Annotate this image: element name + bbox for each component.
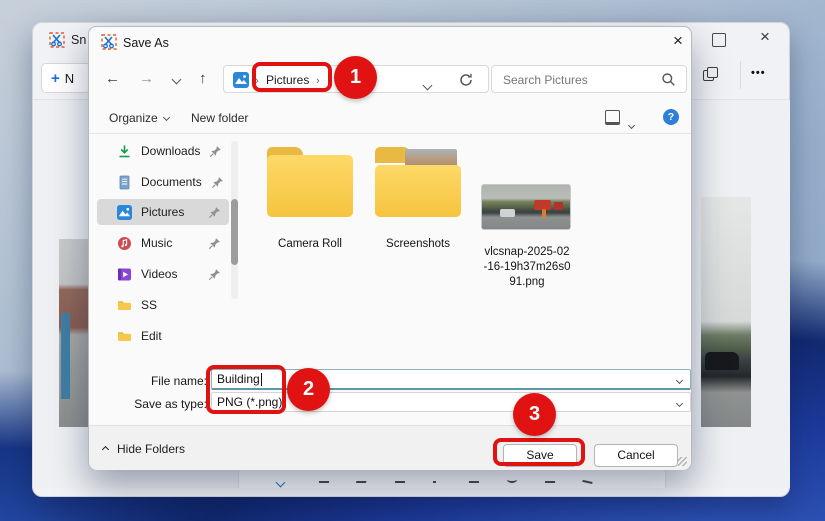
file-item-label[interactable]: Camera Roll	[258, 238, 362, 250]
chevron-down-icon[interactable]	[677, 395, 682, 409]
sidebar-item-label: Music	[141, 236, 172, 250]
annotation-box-save	[493, 438, 585, 466]
resize-grip[interactable]	[678, 457, 687, 466]
cancel-button[interactable]: Cancel	[594, 444, 678, 467]
command-bar: Organize New folder ?	[89, 107, 691, 133]
organize-button[interactable]: Organize	[109, 111, 169, 125]
chevron-up-icon	[102, 445, 109, 452]
annotation-step-2: 2	[287, 368, 330, 411]
folder-icon	[117, 298, 132, 313]
snipping-tool-icon	[49, 32, 65, 48]
sidebar-item-edit[interactable]: Edit	[97, 323, 229, 349]
sidebar-item-pictures[interactable]: Pictures	[97, 199, 229, 225]
close-icon[interactable]: ×	[755, 27, 775, 47]
hide-folders-button[interactable]: Hide Folders	[103, 442, 185, 456]
sidebar-item-label: Pictures	[141, 205, 184, 219]
forward-icon[interactable]: →	[139, 70, 154, 87]
more-options-icon[interactable]: •••	[751, 67, 766, 79]
file-item-label-line[interactable]: -16-19h37m26s0	[475, 261, 579, 273]
sidebar-item-ss[interactable]: SS	[97, 292, 229, 318]
shapes-icon[interactable]	[507, 476, 517, 483]
new-snip-button[interactable]: + N	[41, 63, 91, 93]
search-icon	[661, 72, 676, 87]
dialog-title: Save As	[123, 36, 169, 50]
file-item-label[interactable]: Screenshots	[366, 238, 470, 250]
close-icon[interactable]: ×	[667, 31, 689, 51]
undo-icon[interactable]	[582, 475, 593, 484]
sidebar-item-music[interactable]: Music	[97, 230, 229, 256]
save-as-type-label: Save as type:	[119, 397, 207, 411]
annotation-box-filename	[206, 365, 286, 414]
file-item-label-line[interactable]: vlcsnap-2025-02	[475, 246, 579, 258]
sidebar-item-downloads[interactable]: Downloads	[97, 138, 229, 164]
folder-icon-camera-roll[interactable]	[267, 155, 353, 217]
downloads-icon	[117, 144, 132, 159]
sidebar-item-documents[interactable]: Documents	[97, 169, 229, 195]
documents-icon	[117, 175, 132, 190]
sidebar-item-label: SS	[141, 298, 157, 312]
pin-icon	[208, 237, 221, 250]
toolbar-divider	[740, 61, 741, 89]
pin-icon	[211, 176, 224, 189]
sidebar-scrollbar-thumb[interactable]	[231, 199, 238, 265]
recent-locations-chevron-icon[interactable]	[172, 75, 182, 85]
crop-icon[interactable]	[545, 476, 555, 483]
pin-icon	[208, 206, 221, 219]
pen-icon[interactable]	[319, 476, 329, 483]
help-icon[interactable]: ?	[663, 109, 679, 125]
image-thumbnail-vlcsnap[interactable]	[481, 184, 571, 230]
sidebar-item-videos[interactable]: Videos	[97, 261, 229, 287]
copy-icon[interactable]	[703, 67, 719, 83]
folder-icon	[117, 329, 132, 344]
desktop-wallpaper: Sn × + N •••	[0, 0, 825, 521]
captured-photo-right-sliver	[701, 197, 751, 427]
snipping-tool-title: Sn	[71, 33, 86, 47]
folder-icon-screenshots[interactable]	[375, 155, 461, 217]
chevron-down-icon[interactable]	[677, 372, 682, 386]
command-bar-separator	[89, 133, 691, 134]
chevron-down-icon	[163, 114, 170, 121]
pen-dropdown-chevron-icon[interactable]	[276, 478, 286, 488]
address-dropdown-chevron-icon[interactable]	[424, 76, 431, 94]
eraser-icon[interactable]	[395, 476, 405, 483]
touch-writing-icon[interactable]	[433, 476, 436, 483]
view-mode-chevron-icon[interactable]	[629, 115, 634, 133]
videos-icon	[117, 267, 132, 282]
pictures-icon	[117, 205, 132, 220]
plus-icon: +	[51, 70, 60, 87]
sidebar-item-label: Videos	[141, 267, 177, 281]
annotation-step-1: 1	[334, 56, 377, 99]
annotation-step-3: 3	[513, 393, 556, 436]
up-icon[interactable]: ↑	[199, 70, 207, 87]
file-item-label-line[interactable]: 91.png	[475, 276, 579, 288]
new-snip-label: N	[65, 71, 74, 86]
save-as-dialog: Save As × ← → ↑ › Pictures ›	[88, 26, 692, 470]
save-as-dialog-icon	[101, 34, 117, 50]
file-name-label: File name:	[119, 374, 207, 388]
maximize-button[interactable]	[712, 33, 726, 47]
highlighter-icon[interactable]	[356, 476, 368, 483]
annotation-box-pictures	[252, 62, 332, 92]
search-placeholder: Search Pictures	[503, 73, 588, 87]
new-folder-button[interactable]: New folder	[191, 111, 248, 125]
sidebar-item-label: Downloads	[141, 144, 200, 158]
pin-icon	[208, 268, 221, 281]
annotation-toolbar[interactable]	[238, 467, 666, 488]
view-mode-icon[interactable]	[605, 110, 620, 125]
back-icon[interactable]: ←	[105, 70, 120, 87]
search-input[interactable]: Search Pictures	[491, 65, 687, 93]
refresh-icon[interactable]	[458, 72, 474, 88]
sidebar-item-label: Documents	[141, 175, 202, 189]
pictures-icon	[233, 72, 249, 88]
music-icon	[117, 236, 132, 251]
ruler-icon[interactable]	[469, 476, 479, 483]
pin-icon	[209, 145, 222, 158]
sidebar-item-label: Edit	[141, 329, 162, 343]
dialog-footer: Hide Folders Save Cancel	[89, 425, 691, 470]
